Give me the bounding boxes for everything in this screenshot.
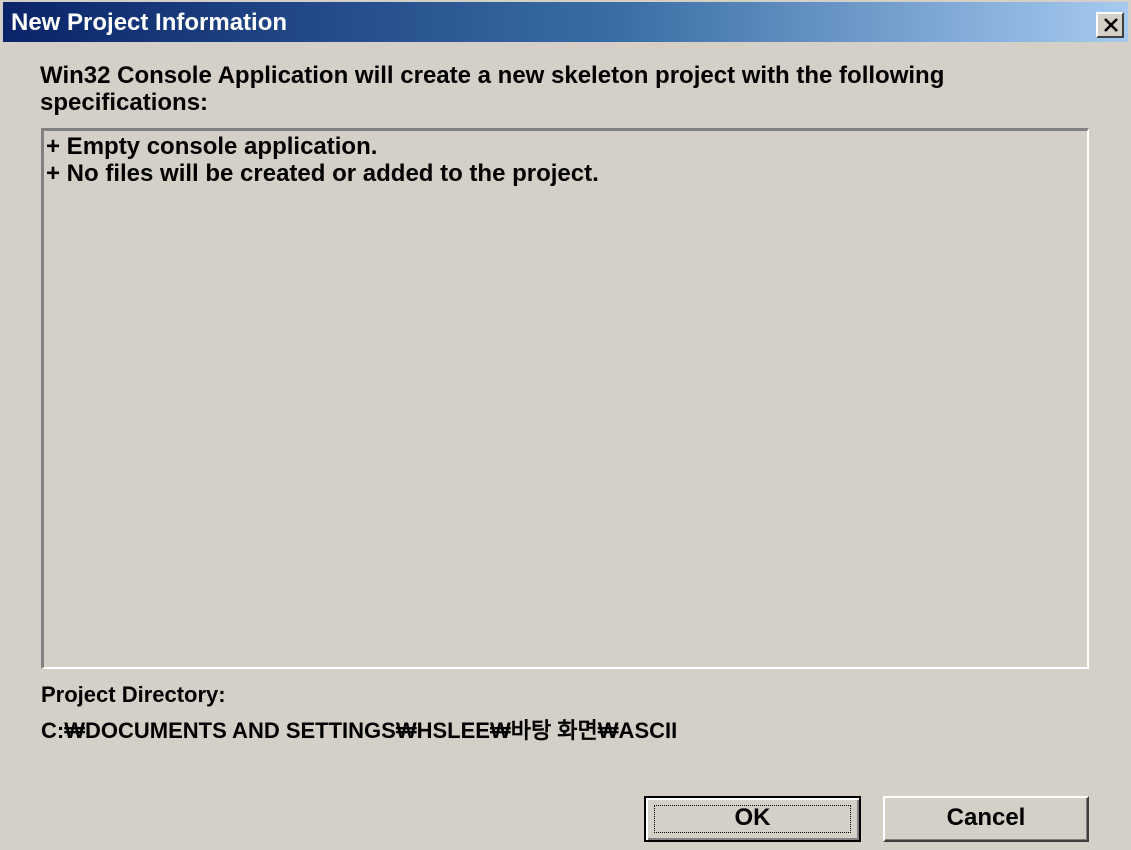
specification-item: + No files will be created or added to t… (46, 160, 599, 187)
cancel-button-label: Cancel (946, 804, 1026, 831)
specifications-box[interactable]: + Empty console application. + No files … (41, 128, 1089, 669)
intro-text: Win32 Console Application will create a … (40, 62, 945, 116)
project-directory-value: C:₩DOCUMENTS AND SETTINGS₩HSLEE₩바탕 화면₩AS… (41, 718, 678, 743)
specification-item: + Empty console application. (46, 133, 378, 160)
new-project-information-dialog: New Project Information Win32 Console Ap… (0, 0, 1131, 850)
ok-button[interactable]: OK (644, 796, 861, 842)
title-bar[interactable]: New Project Information (3, 2, 1128, 42)
cancel-button[interactable]: Cancel (883, 796, 1089, 842)
close-icon (1104, 18, 1118, 32)
close-button[interactable] (1096, 12, 1124, 38)
ok-button-label: OK (734, 804, 771, 831)
window-title: New Project Information (11, 9, 288, 36)
project-directory-label: Project Directory: (41, 682, 226, 707)
